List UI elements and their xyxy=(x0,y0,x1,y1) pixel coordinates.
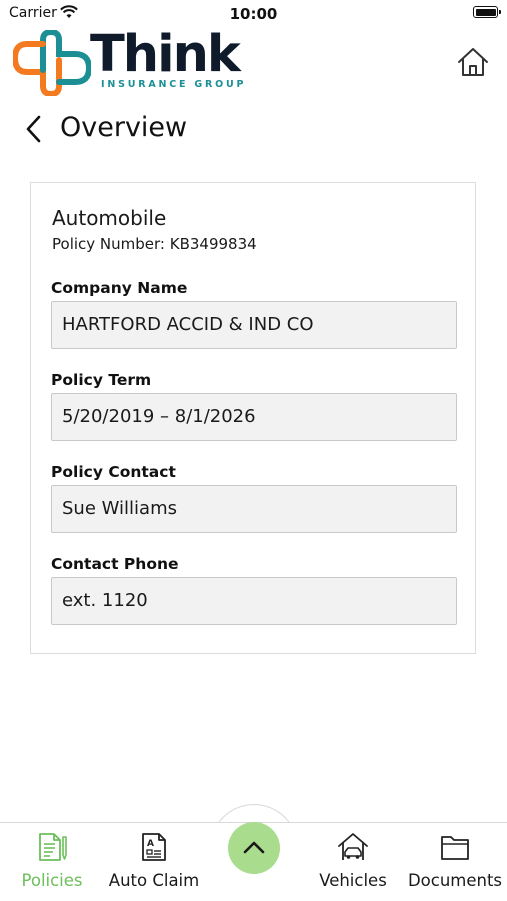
field-label: Policy Term xyxy=(51,371,152,389)
tab-label: Documents xyxy=(407,871,503,890)
tab-label: Auto Claim xyxy=(108,871,200,890)
home-button[interactable] xyxy=(455,45,491,79)
tab-vehicles[interactable]: Vehicles xyxy=(313,823,393,901)
policy-number-row: Policy Number: KB3499834 xyxy=(52,235,257,253)
policy-card: Automobile Policy Number: KB3499834 Comp… xyxy=(30,182,476,654)
contact-phone-value[interactable]: ext. 1120 xyxy=(51,577,457,625)
field-label: Company Name xyxy=(51,279,188,297)
tab-auto-claim[interactable]: A Auto Claim xyxy=(104,823,204,901)
policy-number: KB3499834 xyxy=(169,235,257,253)
company-name-value[interactable]: HARTFORD ACCID & IND CO xyxy=(51,301,457,349)
policy-type: Automobile xyxy=(52,206,167,230)
field-label: Policy Contact xyxy=(51,463,176,481)
battery-icon xyxy=(473,6,501,18)
tab-label: Vehicles xyxy=(319,871,387,890)
contact-phone-field: Contact Phone ext. 1120 xyxy=(51,553,457,625)
company-name-field: Company Name HARTFORD ACCID & IND CO xyxy=(51,277,457,349)
policies-icon xyxy=(39,833,67,861)
policy-contact-value[interactable]: Sue Williams xyxy=(51,485,457,533)
brand-logo: Think INSURANCE GROUP xyxy=(13,25,253,96)
field-label: Contact Phone xyxy=(51,555,179,573)
brand-name: Think xyxy=(90,25,241,84)
logo-mark-icon xyxy=(13,30,91,96)
policy-number-label: Policy Number: xyxy=(52,235,165,253)
expand-menu-button[interactable] xyxy=(228,822,280,874)
home-icon xyxy=(458,48,488,76)
documents-icon xyxy=(441,836,469,860)
svg-text:A: A xyxy=(147,839,154,849)
tab-policies[interactable]: Policies xyxy=(12,823,92,901)
auto-claim-icon: A xyxy=(142,833,166,861)
tab-label: Policies xyxy=(21,871,83,890)
policy-contact-field: Policy Contact Sue Williams xyxy=(51,461,457,533)
policy-term-field: Policy Term 5/20/2019 – 8/1/2026 xyxy=(51,369,457,441)
page-title: Overview xyxy=(60,112,188,143)
vehicles-icon xyxy=(338,833,368,860)
status-bar: Carrier 10:00 xyxy=(0,0,507,28)
tab-documents[interactable]: Documents xyxy=(405,823,505,901)
chevron-up-icon xyxy=(243,841,265,854)
chevron-left-icon xyxy=(26,115,41,143)
policy-term-value[interactable]: 5/20/2019 – 8/1/2026 xyxy=(51,393,457,441)
brand-tagline: INSURANCE GROUP xyxy=(101,79,247,90)
clock: 10:00 xyxy=(229,5,278,23)
